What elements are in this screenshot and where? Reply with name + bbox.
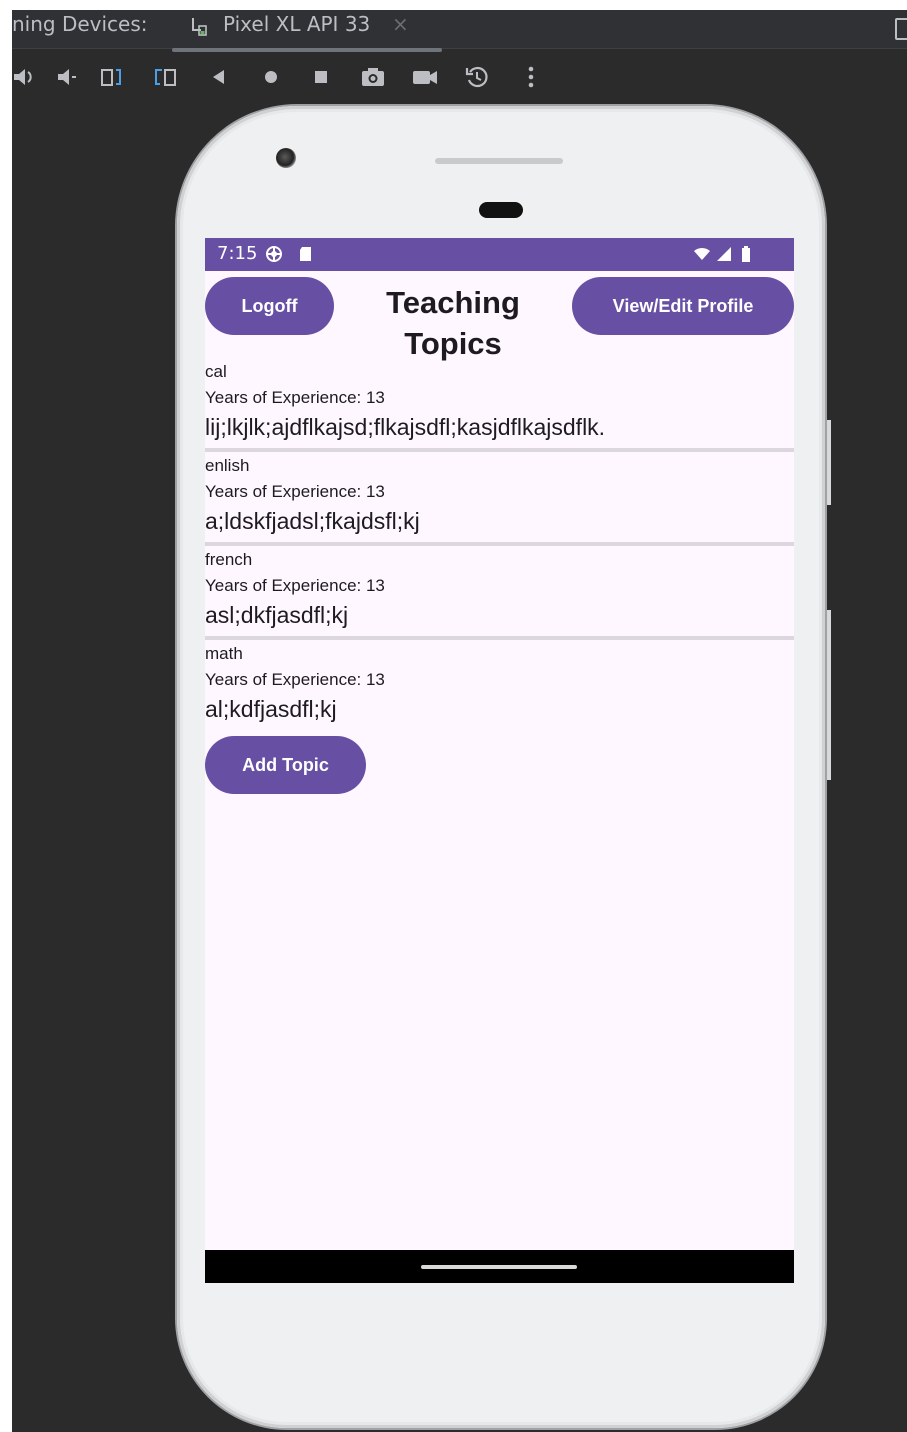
rotate-right-icon[interactable] [152, 64, 178, 90]
proximity-sensor [479, 202, 523, 218]
battery-icon [737, 245, 755, 263]
topic-description: al;kdfjasdfl;kj [205, 696, 337, 722]
topic-item[interactable]: cal Years of Experience: 13 lij;lkjlk;aj… [205, 362, 794, 446]
running-devices-label: ning Devices: [12, 12, 148, 36]
device-tab-label: Pixel XL API 33 [223, 12, 371, 36]
topic-item[interactable]: math Years of Experience: 13 al;kdfjasdf… [205, 644, 794, 728]
signal-icon [715, 245, 733, 263]
rotate-left-icon[interactable] [100, 64, 126, 90]
more-icon[interactable] [518, 64, 544, 90]
volume-up-icon[interactable] [12, 64, 38, 90]
view-edit-profile-button[interactable]: View/Edit Profile [572, 277, 794, 335]
page-title: Teaching Topics [386, 285, 520, 361]
device-screen[interactable]: 7:15 Logoff Teaching Topics View/Edit Pr… [205, 238, 794, 1283]
navigation-bar [205, 1250, 794, 1283]
topic-years: Years of Experience: 13 [205, 388, 385, 407]
topic-description: lij;lkjlk;ajdflkajsd;flkajsdfl;kasjdflka… [205, 414, 606, 440]
phone-volume-button[interactable] [825, 610, 831, 780]
video-icon[interactable] [412, 64, 438, 90]
device-icon [191, 16, 207, 36]
topic-description: asl;dkfjasdfl;kj [205, 602, 349, 628]
add-topic-button[interactable]: Add Topic [205, 736, 366, 794]
logoff-button[interactable]: Logoff [205, 277, 334, 335]
settings-icon [265, 245, 283, 263]
home-icon[interactable] [258, 64, 284, 90]
topic-divider [205, 448, 794, 452]
window-icon[interactable] [895, 18, 907, 40]
topic-name: cal [205, 362, 227, 381]
sd-card-icon [297, 245, 315, 263]
topic-divider [205, 542, 794, 546]
topic-name: math [205, 644, 243, 663]
topic-years: Years of Experience: 13 [205, 576, 385, 595]
ide-tab-bar: ning Devices: Pixel XL API 33 × [12, 10, 907, 52]
topic-divider [205, 636, 794, 640]
topic-name: enlish [205, 456, 250, 475]
home-indicator[interactable] [421, 1265, 577, 1269]
volume-down-icon[interactable] [54, 64, 80, 90]
status-bar: 7:15 [205, 238, 794, 271]
device-tab[interactable]: Pixel XL API 33 × [172, 10, 442, 52]
topic-name: french [205, 550, 253, 569]
topic-years: Years of Experience: 13 [205, 670, 385, 689]
topic-description: a;ldskfjadsl;fkajdsfl;kj [205, 508, 420, 534]
front-camera [276, 148, 296, 168]
overview-icon[interactable] [308, 64, 334, 90]
camera-icon[interactable] [360, 64, 386, 90]
status-time: 7:15 [217, 243, 258, 264]
topic-years: Years of Experience: 13 [205, 482, 385, 501]
topic-item[interactable]: french Years of Experience: 13 asl;dkfja… [205, 550, 794, 634]
close-icon[interactable]: × [392, 12, 409, 36]
snapshot-icon[interactable] [464, 64, 490, 90]
wifi-icon [693, 245, 711, 263]
topic-item[interactable]: enlish Years of Experience: 13 a;ldskfja… [205, 456, 794, 540]
earpiece-speaker [435, 158, 563, 164]
phone-power-button[interactable] [825, 420, 831, 505]
emulator-toolbar [12, 52, 907, 104]
back-icon[interactable] [206, 64, 232, 90]
